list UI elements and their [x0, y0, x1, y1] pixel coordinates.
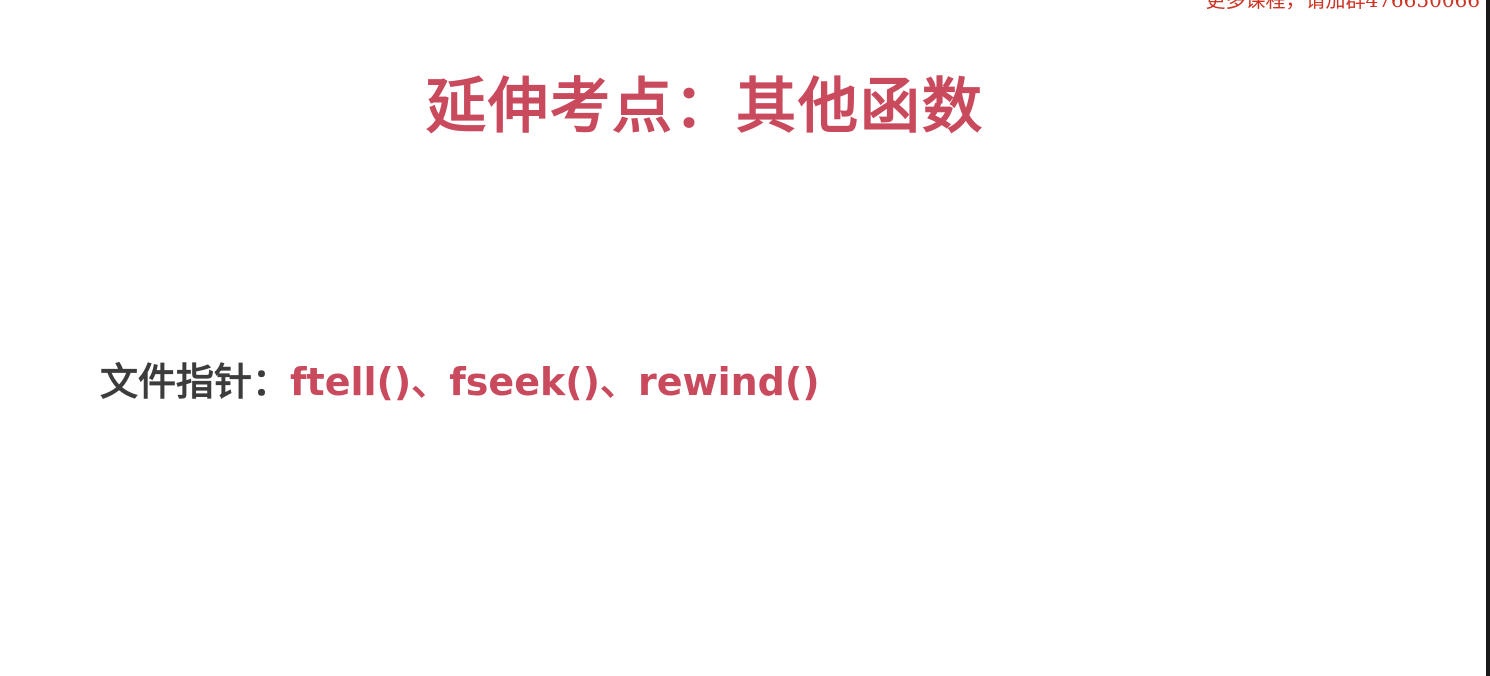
file-pointer-label: 文件指针： — [100, 360, 291, 404]
watermark-text: 更多课程，请加群476650066 — [1205, 0, 1480, 12]
slide-title: 延伸考点：其他函数 — [426, 72, 984, 142]
slide: 更多课程，请加群476650066 延伸考点：其他函数 文件指针：ftell()… — [0, 0, 1490, 676]
file-pointer-line: 文件指针：ftell()、fseek()、rewind() — [100, 352, 820, 412]
file-pointer-functions: ftell()、fseek()、rewind() — [290, 360, 820, 404]
right-border — [1486, 0, 1490, 676]
